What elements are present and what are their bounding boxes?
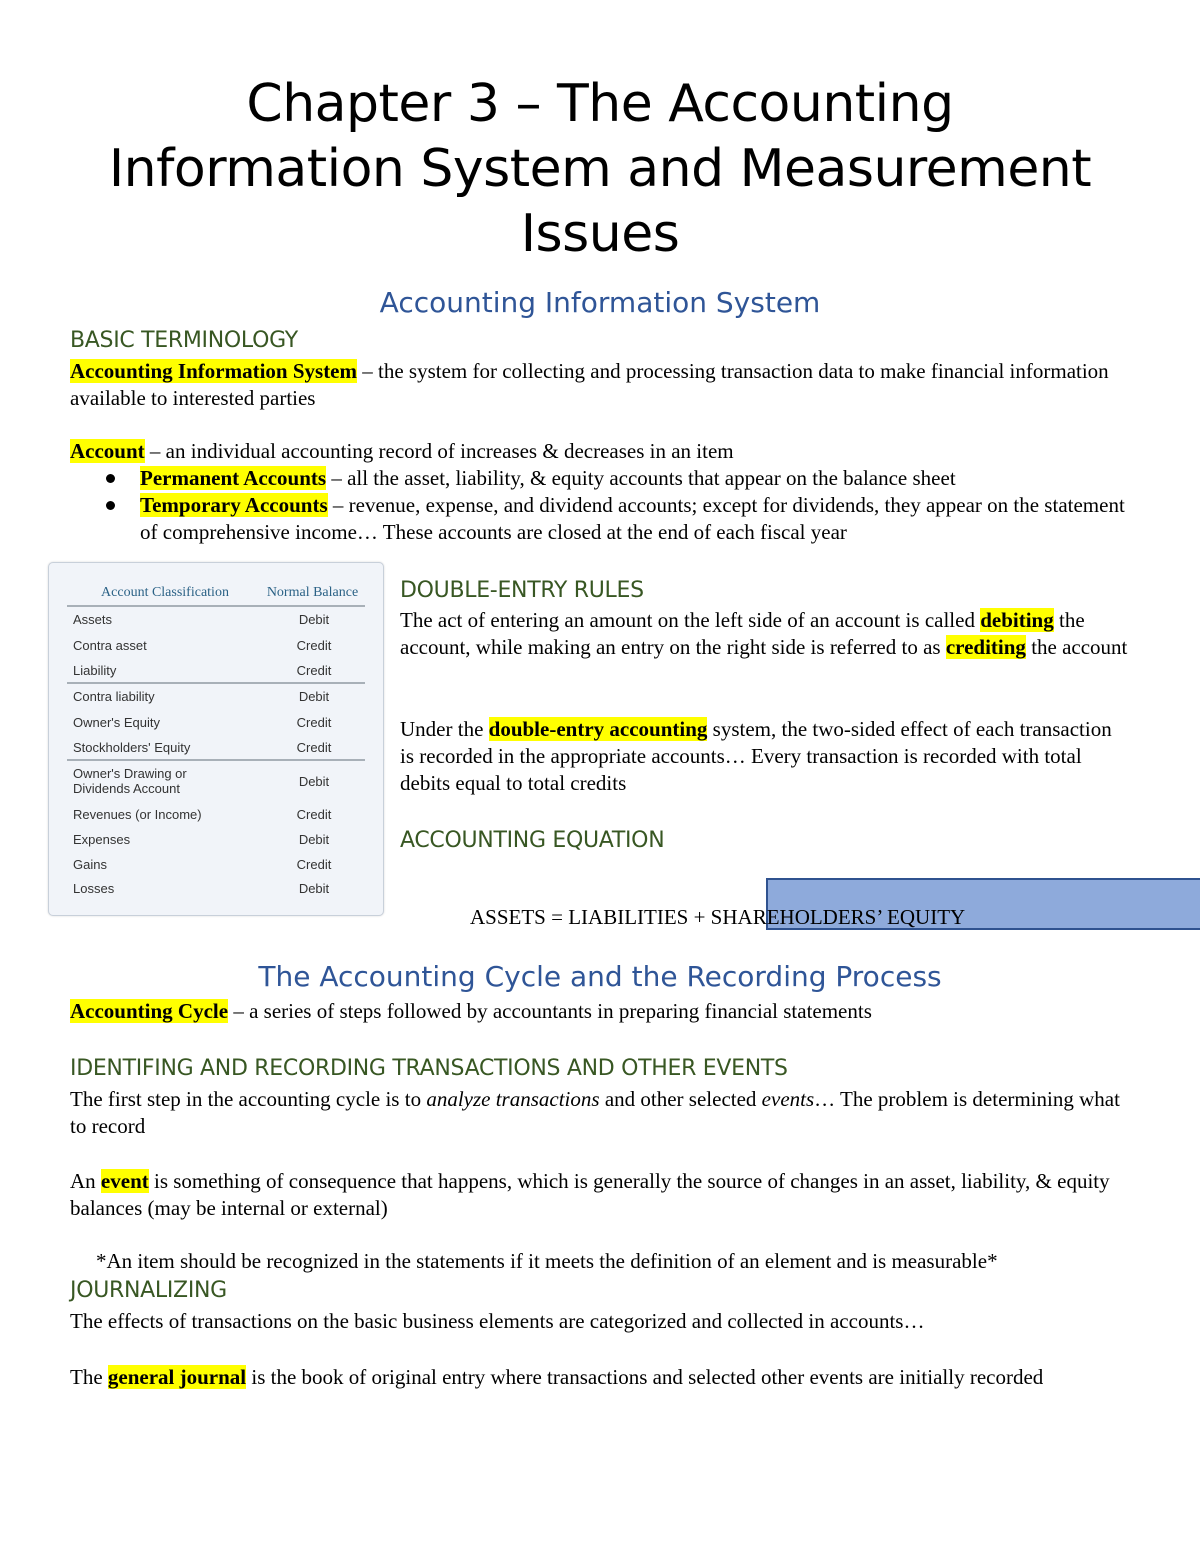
identifying-paragraph-2: An event is something of consequence tha…	[70, 1168, 1130, 1222]
cell-balance: Credit	[296, 662, 332, 678]
term-event: event	[100, 1169, 149, 1193]
heading-journalizing: JOURNALIZING	[70, 1278, 227, 1303]
heading-identifying-recording: IDENTIFING AND RECORDING TRANSACTIONS AN…	[70, 1056, 788, 1081]
term-crediting: crediting	[945, 635, 1026, 659]
table-row: Expenses Debit	[67, 827, 365, 852]
cell-classification: Owner's Drawing or Dividends Account	[73, 766, 187, 796]
text: and other selected	[599, 1087, 762, 1111]
cell-balance: Debit	[298, 880, 330, 896]
cell-classification: Expenses	[73, 832, 131, 847]
cell-balance: Debit	[298, 773, 330, 789]
term-accounting-cycle: Accounting Cycle	[70, 999, 229, 1023]
term-double-entry-accounting: double-entry accounting	[488, 717, 708, 741]
cell-balance: Credit	[296, 806, 332, 822]
text: is something of consequence that happens…	[70, 1169, 1110, 1220]
cell-balance: Credit	[296, 739, 332, 755]
heading-double-entry-rules: DOUBLE-ENTRY RULES	[400, 578, 644, 603]
term-temporary-accounts: Temporary Accounts	[140, 493, 328, 517]
table-header: Account Classification Normal Balance	[67, 585, 365, 607]
definition-accounting-cycle: Accounting Cycle – a series of steps fol…	[70, 998, 1140, 1025]
term-general-journal: general journal	[107, 1365, 247, 1389]
heading-accounting-equation: ACCOUNTING EQUATION	[400, 828, 665, 853]
identifying-paragraph-1: The first step in the accounting cycle i…	[70, 1086, 1130, 1140]
document-page: Chapter 3 – The Accounting Information S…	[0, 0, 1200, 1553]
table-row: Gains Credit	[67, 852, 365, 877]
term-ais: Accounting Information System	[70, 359, 357, 383]
journalizing-paragraph-1: The effects of transactions on the basic…	[70, 1309, 925, 1333]
text: The	[70, 1365, 108, 1389]
emphasis-analyze-transactions: analyze transactions	[426, 1087, 600, 1111]
def-accounting-cycle: – a series of steps followed by accounta…	[228, 999, 872, 1023]
definition-account: Account – an individual accounting recor…	[70, 438, 1140, 465]
table-row: Owner's Drawing or Dividends Account Debi…	[67, 761, 365, 801]
table-row: Losses Debit	[67, 877, 365, 899]
list-item-permanent-accounts: Permanent Accounts – all the asset, liab…	[70, 465, 1130, 492]
section-title-accounting-cycle: The Accounting Cycle and the Recording P…	[258, 960, 942, 993]
cell-classification: Liability	[73, 662, 117, 678]
text: the account	[1025, 635, 1128, 659]
account-types-list: Permanent Accounts – all the asset, liab…	[70, 465, 1130, 546]
cell-classification: Assets	[73, 612, 113, 627]
header-normal-balance: Normal Balance	[266, 585, 359, 600]
table-row: Liability Credit	[67, 658, 365, 684]
cell-classification: Gains	[73, 857, 107, 872]
text: Under the	[400, 717, 489, 741]
cell-balance: Debit	[298, 832, 330, 847]
double-entry-paragraph-1: The act of entering an amount on the lef…	[400, 607, 1140, 661]
title-line-3: Issues	[520, 204, 680, 264]
cell-classification: Losses	[73, 880, 115, 896]
def-permanent-accounts: – all the asset, liability, & equity acc…	[326, 466, 956, 490]
cell-classification: Contra liability	[73, 689, 155, 704]
normal-balance-table-image: Account Classification Normal Balance As…	[48, 562, 384, 916]
double-entry-paragraph-2: Under the double-entry accounting system…	[400, 716, 1120, 797]
table-row: Contra liability Debit	[67, 684, 365, 709]
definition-ais: Accounting Information System – the syst…	[70, 358, 1140, 412]
accounting-equation: ASSETS = LIABILITIES + SHAREHOLDERS’ EQU…	[470, 905, 966, 929]
cell-classification: Stockholders' Equity	[73, 739, 191, 755]
term-permanent-accounts: Permanent Accounts	[140, 466, 327, 490]
title-line-2: Information System and Measurement	[108, 139, 1092, 199]
recognition-note: *An item should be recognized in the sta…	[96, 1249, 998, 1273]
section-title-ais: Accounting Information System	[379, 286, 821, 319]
cell-balance: Credit	[296, 857, 332, 872]
header-account-classification: Account Classification	[101, 585, 229, 600]
cell-balance: Debit	[298, 612, 330, 627]
list-item-temporary-accounts: Temporary Accounts – revenue, expense, a…	[70, 492, 1130, 546]
document-title: Chapter 3 – The Accounting Information S…	[60, 72, 1140, 267]
cell-balance: Credit	[296, 637, 332, 653]
term-debiting: debiting	[980, 608, 1054, 632]
text: An	[70, 1169, 101, 1193]
journalizing-paragraph-2: The general journal is the book of origi…	[70, 1364, 1130, 1391]
def-account: – an individual accounting record of inc…	[144, 439, 734, 463]
table-row: Assets Debit	[67, 607, 365, 632]
cell-balance: Credit	[296, 714, 332, 730]
cell-classification: Revenues (or Income)	[73, 806, 202, 822]
text: is the book of original entry where tran…	[246, 1365, 1044, 1389]
cell-classification: Owner's Equity	[73, 714, 161, 730]
normal-balance-table: Account Classification Normal Balance As…	[67, 585, 365, 899]
table-row: Revenues (or Income) Credit	[67, 801, 365, 827]
cell-balance: Debit	[298, 689, 330, 704]
cell-classification: Contra asset	[73, 637, 147, 653]
term-account: Account	[70, 439, 145, 463]
text: The act of entering an amount on the lef…	[400, 608, 981, 632]
heading-basic-terminology: BASIC TERMINOLOGY	[70, 328, 298, 353]
title-line-1: Chapter 3 – The Accounting	[246, 74, 954, 134]
table-row: Contra asset Credit	[67, 632, 365, 658]
emphasis-events: events	[761, 1087, 815, 1111]
table-row: Owner's Equity Credit	[67, 709, 365, 735]
table-row: Stockholders' Equity Credit	[67, 735, 365, 761]
bullet-icon	[106, 501, 115, 510]
bullet-icon	[106, 474, 115, 483]
text: The first step in the accounting cycle i…	[70, 1087, 427, 1111]
